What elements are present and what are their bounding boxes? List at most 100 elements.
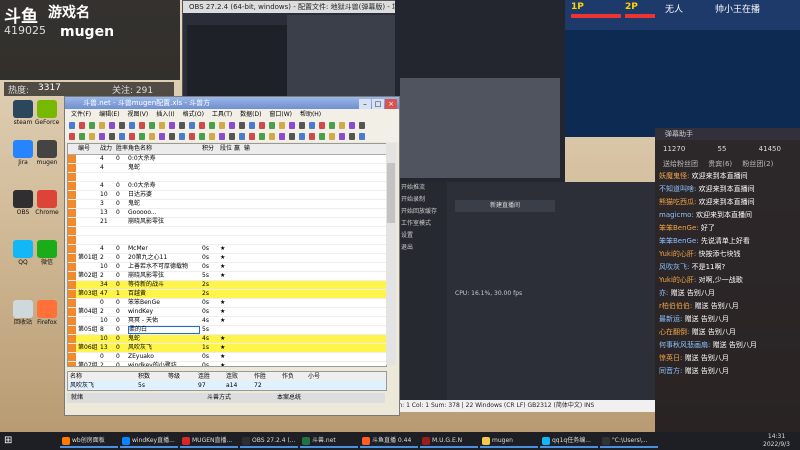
table-cell[interactable]: 8 — [100, 326, 104, 334]
toolbar-button-icon[interactable] — [259, 122, 265, 129]
detail-cell[interactable]: 72 — [254, 381, 262, 390]
close-button[interactable]: × — [385, 99, 397, 109]
table-row[interactable]: 第07组 2 0 windkey的小骤坊 0s ★ — [68, 362, 386, 366]
toolbar-button-icon[interactable] — [249, 122, 255, 129]
chat-username[interactable]: Yuki的心肝: — [659, 250, 699, 258]
table-cell[interactable]: 2s — [202, 290, 209, 298]
chat-username[interactable]: 惊英日: — [659, 354, 685, 362]
toolbar-button-icon[interactable] — [289, 122, 295, 129]
detail-cell[interactable]: 97 — [198, 381, 206, 390]
toolbar-button-icon[interactable] — [159, 122, 165, 129]
table-cell[interactable]: 0 — [116, 182, 120, 190]
table-cell[interactable]: ★ — [220, 335, 225, 343]
toolbar-button-icon[interactable] — [99, 133, 105, 140]
table-cell[interactable]: ★ — [220, 344, 225, 352]
chat-username[interactable]: 风吹灰飞: — [659, 263, 692, 271]
chat-tab[interactable]: 贵宾(6) — [708, 160, 732, 168]
table-cell[interactable]: windkey的小骤坊 — [128, 362, 177, 366]
table-row[interactable]: 第02组 2 0 崩晓风影零弦 5s ★ — [68, 272, 386, 281]
table-cell[interactable]: 4 — [100, 182, 104, 190]
table-cell[interactable]: ★ — [220, 308, 225, 316]
table-cell[interactable]: ★ — [220, 254, 225, 262]
column-header[interactable]: 赢 — [234, 144, 240, 154]
data-grid[interactable]: 编号 战力 胜率 角色名称 积分 段位 赢 输 4 0 0:0大杀寿 4 鬼蛇 4 0 0:0… — [67, 143, 387, 367]
toolbar-button-icon[interactable] — [229, 133, 235, 140]
toolbar-button-icon[interactable] — [219, 133, 225, 140]
table-cell[interactable]: 0 — [116, 245, 120, 253]
table-cell[interactable]: 0 — [100, 299, 104, 307]
windows-start-icon[interactable]: ⊞ — [4, 435, 16, 447]
toolbar-button-icon[interactable] — [229, 122, 235, 129]
table-cell[interactable]: 0s — [202, 263, 209, 271]
toolbar-button-icon[interactable] — [89, 133, 95, 140]
toolbar-button-icon[interactable] — [209, 133, 215, 140]
toolbar-button-icon[interactable] — [129, 122, 135, 129]
table-cell[interactable]: 第01组 — [78, 254, 98, 262]
chat-tab[interactable]: 粉丝团(2) — [742, 160, 773, 168]
toolbar-button-icon[interactable] — [139, 122, 145, 129]
toolbar-button-icon[interactable] — [69, 122, 75, 129]
toolbar-button-icon[interactable] — [109, 122, 115, 129]
table-row[interactable]: 4 鬼蛇 — [68, 164, 386, 173]
toolbar-button-icon[interactable] — [349, 122, 355, 129]
table-cell[interactable]: 2 — [100, 308, 104, 316]
table-row[interactable]: 34 0 等待新的战斗 2s — [68, 281, 386, 290]
toolbar-button-icon[interactable] — [189, 122, 195, 129]
table-cell[interactable]: windKey — [128, 308, 153, 316]
column-header[interactable]: 输 — [244, 144, 250, 154]
table-cell[interactable]: 0 — [116, 263, 120, 271]
table-row[interactable]: 0 0 ZEyuako 0s ★ — [68, 353, 386, 362]
table-cell[interactable]: ★ — [220, 353, 225, 361]
sidebar-item[interactable]: 开始录制 — [395, 194, 447, 206]
new-room-button[interactable]: 新建直播间 — [455, 200, 555, 212]
toolbar-button-icon[interactable] — [269, 133, 275, 140]
toolbar-button-icon[interactable] — [119, 122, 125, 129]
chat-username[interactable]: 不知道叫啥: — [659, 185, 699, 193]
toolbar-button-icon[interactable] — [309, 122, 315, 129]
chat-username[interactable]: 笨笨BenGe: — [659, 224, 701, 232]
taskbar-app[interactable]: M.U.G.E.N — [420, 434, 478, 448]
vertical-scrollbar[interactable] — [386, 143, 396, 365]
table-cell[interactable]: ★ — [220, 299, 225, 307]
table-cell[interactable]: ★ — [220, 362, 225, 366]
table-cell[interactable]: ★ — [220, 272, 225, 280]
table-row[interactable]: 4 0 0:0大杀寿 — [68, 182, 386, 191]
table-cell[interactable]: 0 — [116, 308, 120, 316]
menu-item[interactable]: 帮助(H) — [300, 111, 321, 118]
table-cell[interactable]: 2 — [100, 362, 104, 366]
table-cell[interactable]: 0 — [116, 353, 120, 361]
chat-username[interactable]: 妖魔鬼怪: — [659, 172, 692, 180]
table-cell[interactable]: 0s — [202, 362, 209, 366]
table-cell[interactable]: ZEyuako — [128, 353, 154, 361]
taskbar-app[interactable]: qq1q任务编... — [540, 434, 598, 448]
toolbar-button-icon[interactable] — [169, 133, 175, 140]
toolbar-button-icon[interactable] — [199, 122, 205, 129]
table-cell[interactable]: 百越黄 — [128, 290, 146, 298]
detail-grid[interactable]: 名称 积数 等级 连胜 连败 作胜 作负 小号 风吹灰飞 5s 97 a14 72 — [67, 371, 387, 391]
table-cell[interactable]: 0:0大杀寿 — [128, 155, 156, 163]
toolbar-button-icon[interactable] — [109, 133, 115, 140]
toolbar-button-icon[interactable] — [69, 133, 75, 140]
table-cell[interactable]: 20第九之心11 — [128, 254, 167, 262]
toolbar-button-icon[interactable] — [299, 133, 305, 140]
table-row[interactable]: 10 0 日达苏婆 — [68, 191, 386, 200]
table-cell[interactable]: 崩晓风影零弦 — [128, 272, 164, 280]
desktop-icon-10[interactable]: Firefox — [32, 300, 62, 326]
table-cell[interactable]: 0s — [202, 353, 209, 361]
table-cell[interactable]: 第06组 — [78, 344, 98, 352]
table-cell[interactable]: 0s — [202, 299, 209, 307]
chat-username[interactable]: 何事秋风悲画扇: — [659, 341, 713, 349]
chat-username[interactable]: Yuki的心肝: — [659, 276, 699, 284]
table-cell[interactable]: 10 — [100, 263, 108, 271]
table-cell[interactable]: McMer — [128, 245, 148, 253]
toolbar-button-icon[interactable] — [359, 133, 365, 140]
obs-control-panel[interactable]: 开始推流 开始录制 开始回放缓存 工作室模式 设置 退出 新建直播间 CPU: … — [395, 182, 655, 402]
menu-item[interactable]: 数据(D) — [240, 111, 261, 118]
table-cell[interactable]: 冥冥 - 天佑 — [128, 317, 158, 325]
table-cell[interactable]: ★ — [220, 263, 225, 271]
toolbar-button-icon[interactable] — [139, 133, 145, 140]
toolbar-button-icon[interactable] — [219, 122, 225, 129]
toolbar-button-icon[interactable] — [339, 133, 345, 140]
column-header[interactable]: 角色名称 — [128, 144, 152, 154]
table-row[interactable] — [68, 227, 386, 236]
